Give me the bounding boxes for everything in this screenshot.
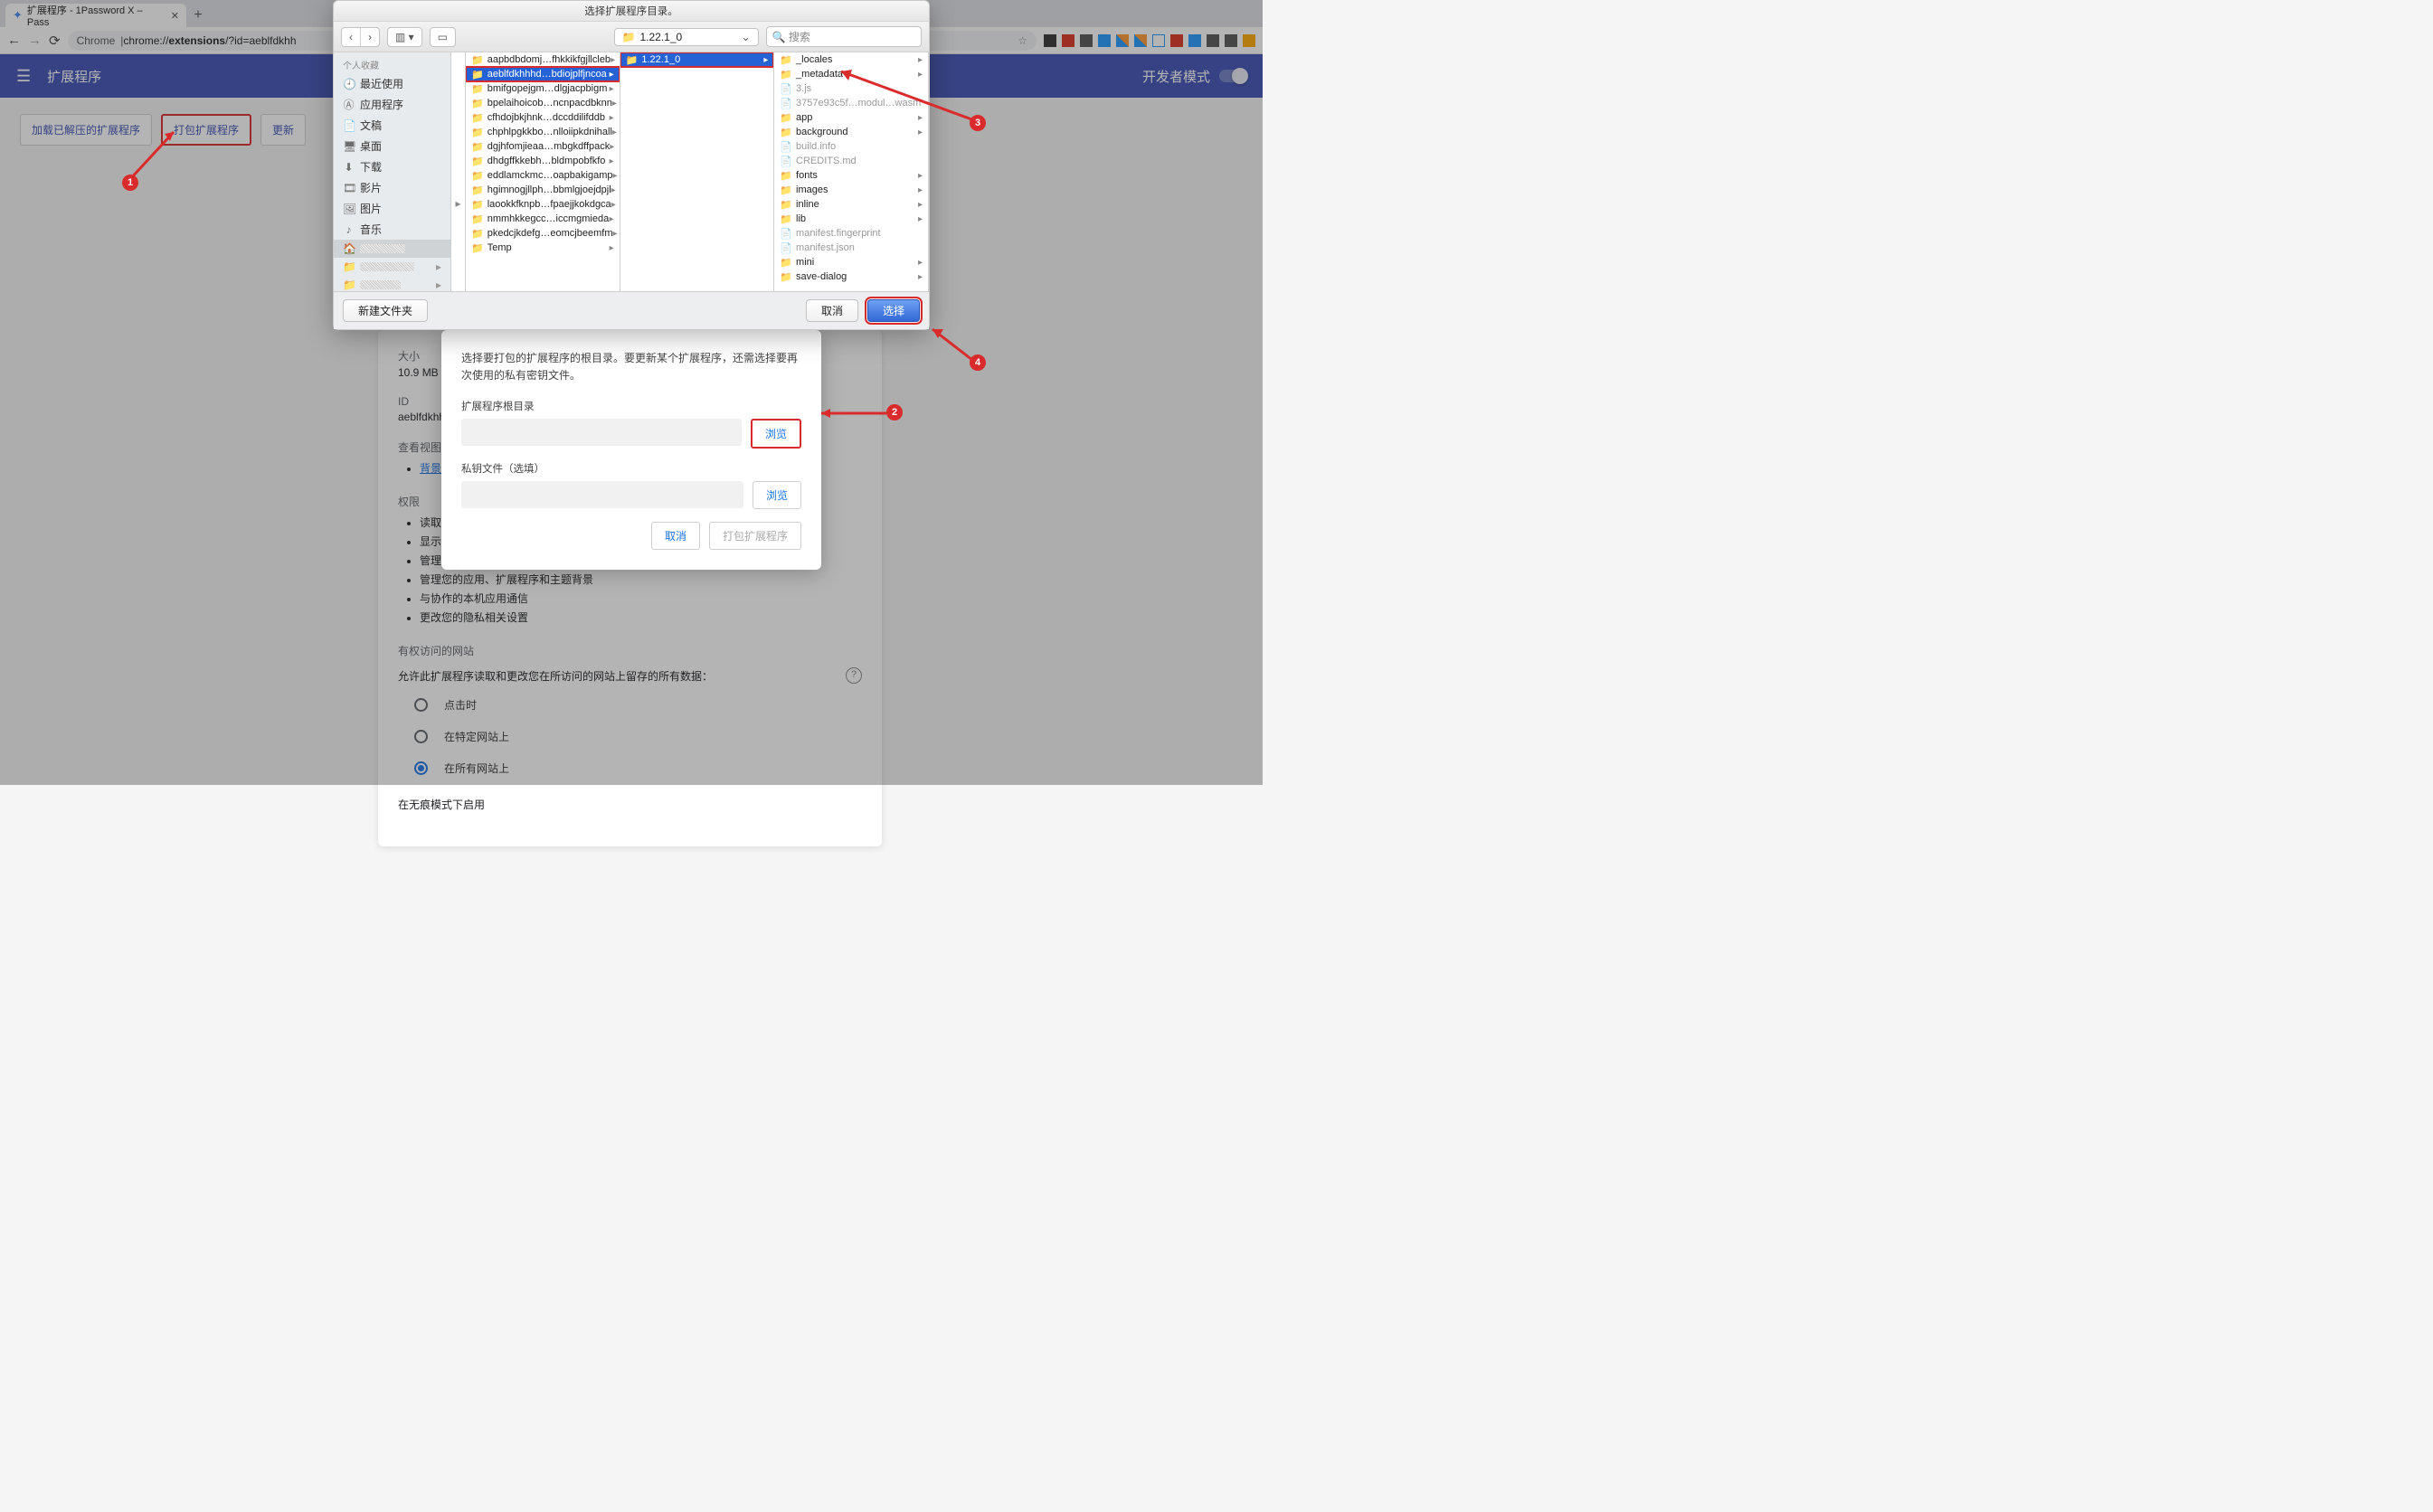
group-button[interactable]: ▭ [430, 27, 456, 47]
folder-row[interactable]: 📁inline▸ [774, 197, 928, 212]
finder-footer: 新建文件夹 取消 选择 [334, 291, 929, 329]
finder-column-1: 📁aapbdbdomj…fhkkikfgjllcleb▸📁aeblfdkhhhd… [466, 52, 620, 291]
sidebar-apps[interactable]: Ⓐ应用程序 [334, 94, 450, 115]
pack-cancel-button[interactable]: 取消 [651, 522, 700, 550]
folder-row[interactable]: 📁eddlamckmc…oapbakigamp▸ [466, 168, 620, 183]
pack-extension-dialog: 选择要打包的扩展程序的根目录。要更新某个扩展程序，还需选择要再次使用的私有密钥文… [441, 330, 821, 570]
annotation-arrow-1 [130, 125, 194, 193]
folder-row[interactable]: 📁save-dialog▸ [774, 269, 928, 284]
view-mode-segment[interactable]: ▥ ▾ [387, 27, 422, 47]
folder-row[interactable]: 📁1.22.1_0▸ [620, 52, 774, 67]
sidebar-movies[interactable]: 🎞影片 [334, 177, 450, 198]
sidebar-home[interactable]: 🏠 [334, 240, 450, 258]
finder-dialog: 选择扩展程序目录。 ‹› ▥ ▾ ▭ 📁1.22.1_0⌄ 🔍 搜索 个人收藏 … [333, 0, 930, 330]
sidebar-folder-1[interactable]: 📁▸ [334, 258, 450, 276]
folder-row[interactable]: 📁hgimnogjllph…bbmlgjoejdpjl▸ [466, 183, 620, 197]
annotation-badge-1: 1 [122, 175, 138, 191]
file-row[interactable]: 📄build.info [774, 139, 928, 154]
key-file-label: 私钥文件（选填） [461, 461, 801, 476]
folder-row[interactable]: 📁laookkfknpb…fpaejjkokdgca▸ [466, 197, 620, 212]
sidebar-documents[interactable]: 📄文稿 [334, 115, 450, 136]
folder-row[interactable]: 📁bmifgopejgm…dlgjacpbigm▸ [466, 81, 620, 96]
folder-row[interactable]: 📁nmmhkkegcc…iccmgmieda▸ [466, 212, 620, 226]
nav-back-forward[interactable]: ‹› [341, 27, 380, 47]
folder-row[interactable]: 📁aeblfdkhhhd…bdiojplfjncoa▸ [466, 67, 620, 81]
folder-row[interactable]: 📁chphlpgkkbo…nlloiipkdnihall▸ [466, 125, 620, 139]
folder-row[interactable]: 📁images▸ [774, 183, 928, 197]
finder-toolbar: ‹› ▥ ▾ ▭ 📁1.22.1_0⌄ 🔍 搜索 [334, 22, 929, 52]
folder-row[interactable]: 📁fonts▸ [774, 168, 928, 183]
sidebar-music[interactable]: ♪音乐 [334, 219, 450, 240]
browse-key-button[interactable]: 浏览 [753, 481, 801, 509]
annotation-badge-2: 2 [886, 404, 903, 421]
annotation-arrow-3 [834, 66, 979, 134]
finder-title: 选择扩展程序目录。 [334, 1, 929, 22]
pack-confirm-button[interactable]: 打包扩展程序 [709, 522, 801, 550]
key-file-input[interactable] [461, 481, 743, 508]
folder-row[interactable]: 📁lib▸ [774, 212, 928, 226]
sidebar-desktop[interactable]: 🖥桌面 [334, 136, 450, 156]
folder-row[interactable]: 📁bpelaihoicob…ncnpacdbknn▸ [466, 96, 620, 110]
path-dropdown[interactable]: 📁1.22.1_0⌄ [614, 28, 759, 46]
folder-row[interactable]: 📁mini▸ [774, 255, 928, 269]
incognito-header: 在无痕模式下启用 [398, 797, 862, 812]
browse-root-button[interactable]: 浏览 [751, 419, 801, 449]
sidebar-pictures[interactable]: 🖼图片 [334, 198, 450, 219]
root-dir-input[interactable] [461, 419, 742, 446]
file-row[interactable]: 📄manifest.fingerprint [774, 226, 928, 241]
finder-search[interactable]: 🔍 搜索 [766, 26, 922, 47]
pack-description: 选择要打包的扩展程序的根目录。要更新某个扩展程序，还需选择要再次使用的私有密钥文… [461, 350, 801, 384]
search-icon: 🔍 [772, 31, 786, 43]
folder-row[interactable]: 📁_locales▸ [774, 52, 928, 67]
finder-column-2: 📁1.22.1_0▸ [620, 52, 775, 291]
finder-select-button[interactable]: 选择 [867, 299, 920, 322]
sidebar-recents[interactable]: 🕘最近使用 [334, 73, 450, 94]
finder-sidebar: 个人收藏 🕘最近使用 Ⓐ应用程序 📄文稿 🖥桌面 ⬇下载 🎞影片 🖼图片 ♪音乐… [334, 52, 451, 291]
file-row[interactable]: 📄manifest.json [774, 241, 928, 255]
annotation-badge-3: 3 [970, 115, 986, 131]
folder-row[interactable]: 📁dgjhfomjieaa…mbgkdffpack▸ [466, 139, 620, 154]
folder-row[interactable]: 📁pkedcjkdefg…eomcjbeemfm▸ [466, 226, 620, 241]
file-row[interactable]: 📄CREDITS.md [774, 154, 928, 168]
folder-row[interactable]: 📁dhdgffkkebh…bldmpobfkfo▸ [466, 154, 620, 168]
new-folder-button[interactable]: 新建文件夹 [343, 299, 428, 322]
finder-cancel-button[interactable]: 取消 [806, 299, 858, 322]
annotation-badge-4: 4 [970, 354, 986, 371]
folder-row[interactable]: 📁cfhdojbkjhnk…dccddilifddb▸ [466, 110, 620, 125]
sidebar-folder-2[interactable]: 📁▸ [334, 276, 450, 291]
folder-row[interactable]: 📁Temp▸ [466, 241, 620, 255]
folder-row[interactable]: 📁aapbdbdomj…fhkkikfgjllcleb▸ [466, 52, 620, 67]
annotation-arrow-2 [814, 404, 891, 427]
sidebar-downloads[interactable]: ⬇下载 [334, 156, 450, 177]
column-spacer: ▸ [451, 52, 466, 291]
root-dir-label: 扩展程序根目录 [461, 399, 801, 413]
